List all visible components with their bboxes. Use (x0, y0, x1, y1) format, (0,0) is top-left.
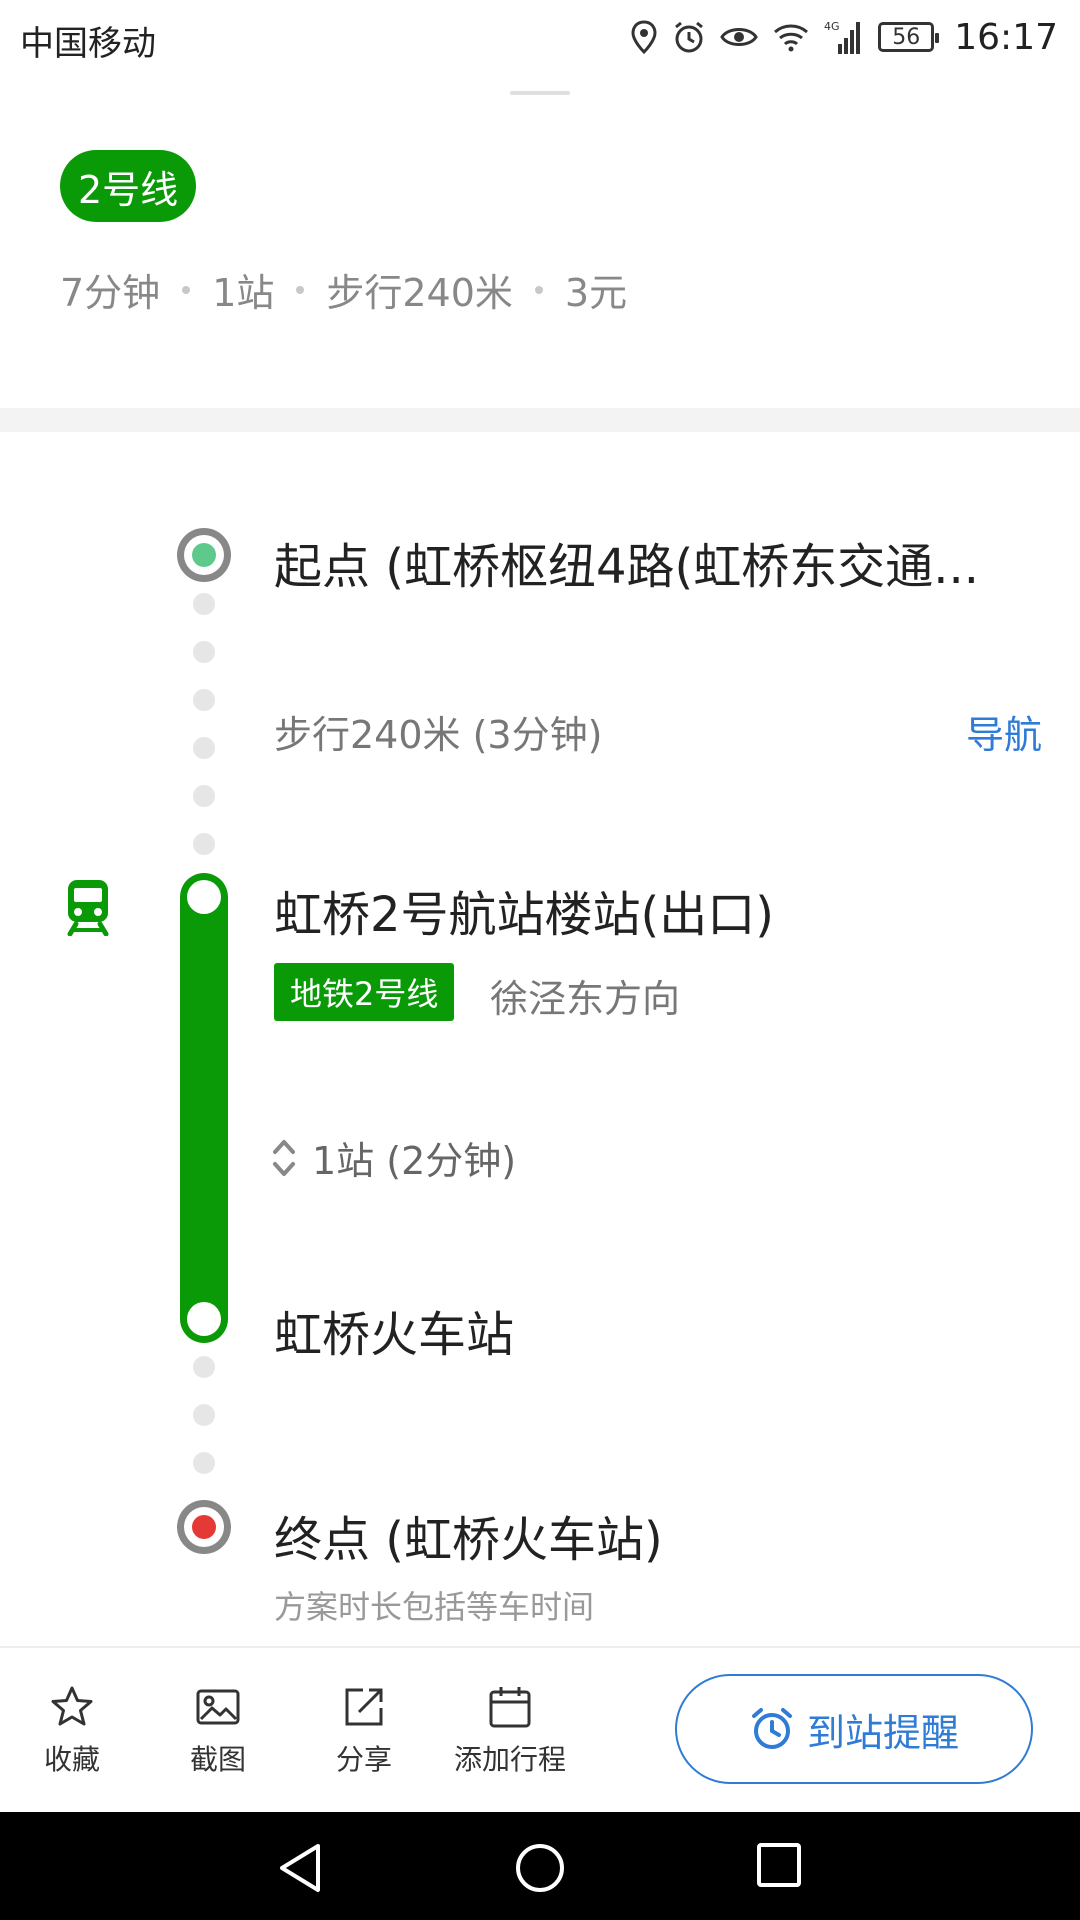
signal-icon: 4G (824, 20, 861, 54)
favorite-label: 收藏 (43, 1743, 100, 1776)
bottom-toolbar: 收藏 截图 分享 添加行程 到站提醒 (0, 1646, 1080, 1814)
subway-icon (67, 880, 109, 936)
star-icon (51, 1686, 93, 1726)
route-summary: 7分钟 1站 步行240米 3元 (60, 262, 627, 317)
walk-path-dot (193, 785, 215, 807)
start-point-marker (177, 528, 231, 582)
home-icon[interactable] (514, 1842, 566, 1894)
alight-station-name[interactable]: 虹桥火车站 (274, 1295, 514, 1365)
walk-path-dot (193, 1356, 215, 1378)
stop-count-label: 1站 (2分钟) (312, 1139, 517, 1183)
navigation-link[interactable]: 导航 (966, 704, 1042, 759)
clock: 16:17 (954, 16, 1058, 58)
start-point-label[interactable]: 起点 (虹桥枢纽4路(虹桥东交通... (274, 527, 1044, 597)
walk-path-dot (193, 737, 215, 759)
alight-station-marker (187, 1302, 221, 1336)
board-station-marker (187, 880, 221, 914)
summary-stops: 1站 (212, 271, 275, 315)
system-navigation-bar (0, 1812, 1080, 1920)
status-bar: 中国移动 4G 56 16:17 (0, 0, 1080, 76)
carrier-name: 中国移动 (20, 24, 156, 64)
walk-path-dot (193, 641, 215, 663)
eye-icon (720, 28, 759, 46)
calendar-icon (489, 1687, 531, 1728)
expand-collapse-icon (273, 1139, 295, 1176)
network-type: 4G (824, 20, 840, 33)
walk-path-dot (193, 1404, 215, 1426)
status-icons: 4G 56 16:17 (630, 12, 1058, 62)
share-label: 分享 (335, 1743, 392, 1776)
separator-dot (534, 285, 543, 294)
location-icon (631, 20, 657, 54)
walk-path-dot (193, 593, 215, 615)
alarm-icon (675, 21, 704, 53)
battery-indicator: 56 (878, 22, 940, 52)
summary-walk: 步行240米 (326, 271, 513, 315)
line-chip: 2号线 (60, 150, 197, 222)
separator-dot (182, 285, 191, 294)
arrival-reminder-button[interactable]: 到站提醒 (675, 1674, 1033, 1784)
duration-note: 方案时长包括等车时间 (274, 1588, 595, 1626)
screenshot-label: 截图 (189, 1743, 246, 1776)
metro-segment-bar (180, 873, 228, 1343)
alarm-clock-icon (751, 1708, 792, 1749)
line-direction: 徐泾东方向 (490, 977, 681, 1021)
walk-path-dot (193, 689, 215, 711)
screenshot-button[interactable]: 截图 (158, 1684, 278, 1778)
stop-count-toggle[interactable]: 1站 (2分钟) (270, 1130, 516, 1185)
add-trip-label: 添加行程 (453, 1743, 566, 1776)
add-trip-button[interactable]: 添加行程 (450, 1684, 570, 1778)
section-divider (0, 408, 1080, 432)
favorite-button[interactable]: 收藏 (12, 1684, 132, 1778)
end-point-label[interactable]: 终点 (虹桥火车站) (274, 1500, 663, 1570)
share-icon (345, 1688, 383, 1726)
metro-line-tag: 地铁2号线 (274, 963, 455, 1021)
image-icon (196, 1689, 240, 1725)
walk-path-dot (193, 833, 215, 855)
end-point-marker (177, 1500, 231, 1554)
recent-apps-icon[interactable] (756, 1842, 802, 1888)
summary-fare: 3元 (564, 271, 628, 315)
board-station-name[interactable]: 虹桥2号航站楼站(出口) (274, 875, 774, 945)
arrival-reminder-label: 到站提醒 (806, 1710, 959, 1755)
back-icon[interactable] (276, 1842, 324, 1894)
walk-path-dot (193, 1452, 215, 1474)
separator-dot (296, 285, 305, 294)
share-button[interactable]: 分享 (304, 1684, 424, 1778)
wifi-icon (774, 24, 809, 52)
summary-duration: 7分钟 (60, 271, 161, 315)
walk-segment-info: 步行240米 (3分钟) (274, 713, 603, 757)
sheet-drag-handle[interactable] (510, 91, 570, 95)
